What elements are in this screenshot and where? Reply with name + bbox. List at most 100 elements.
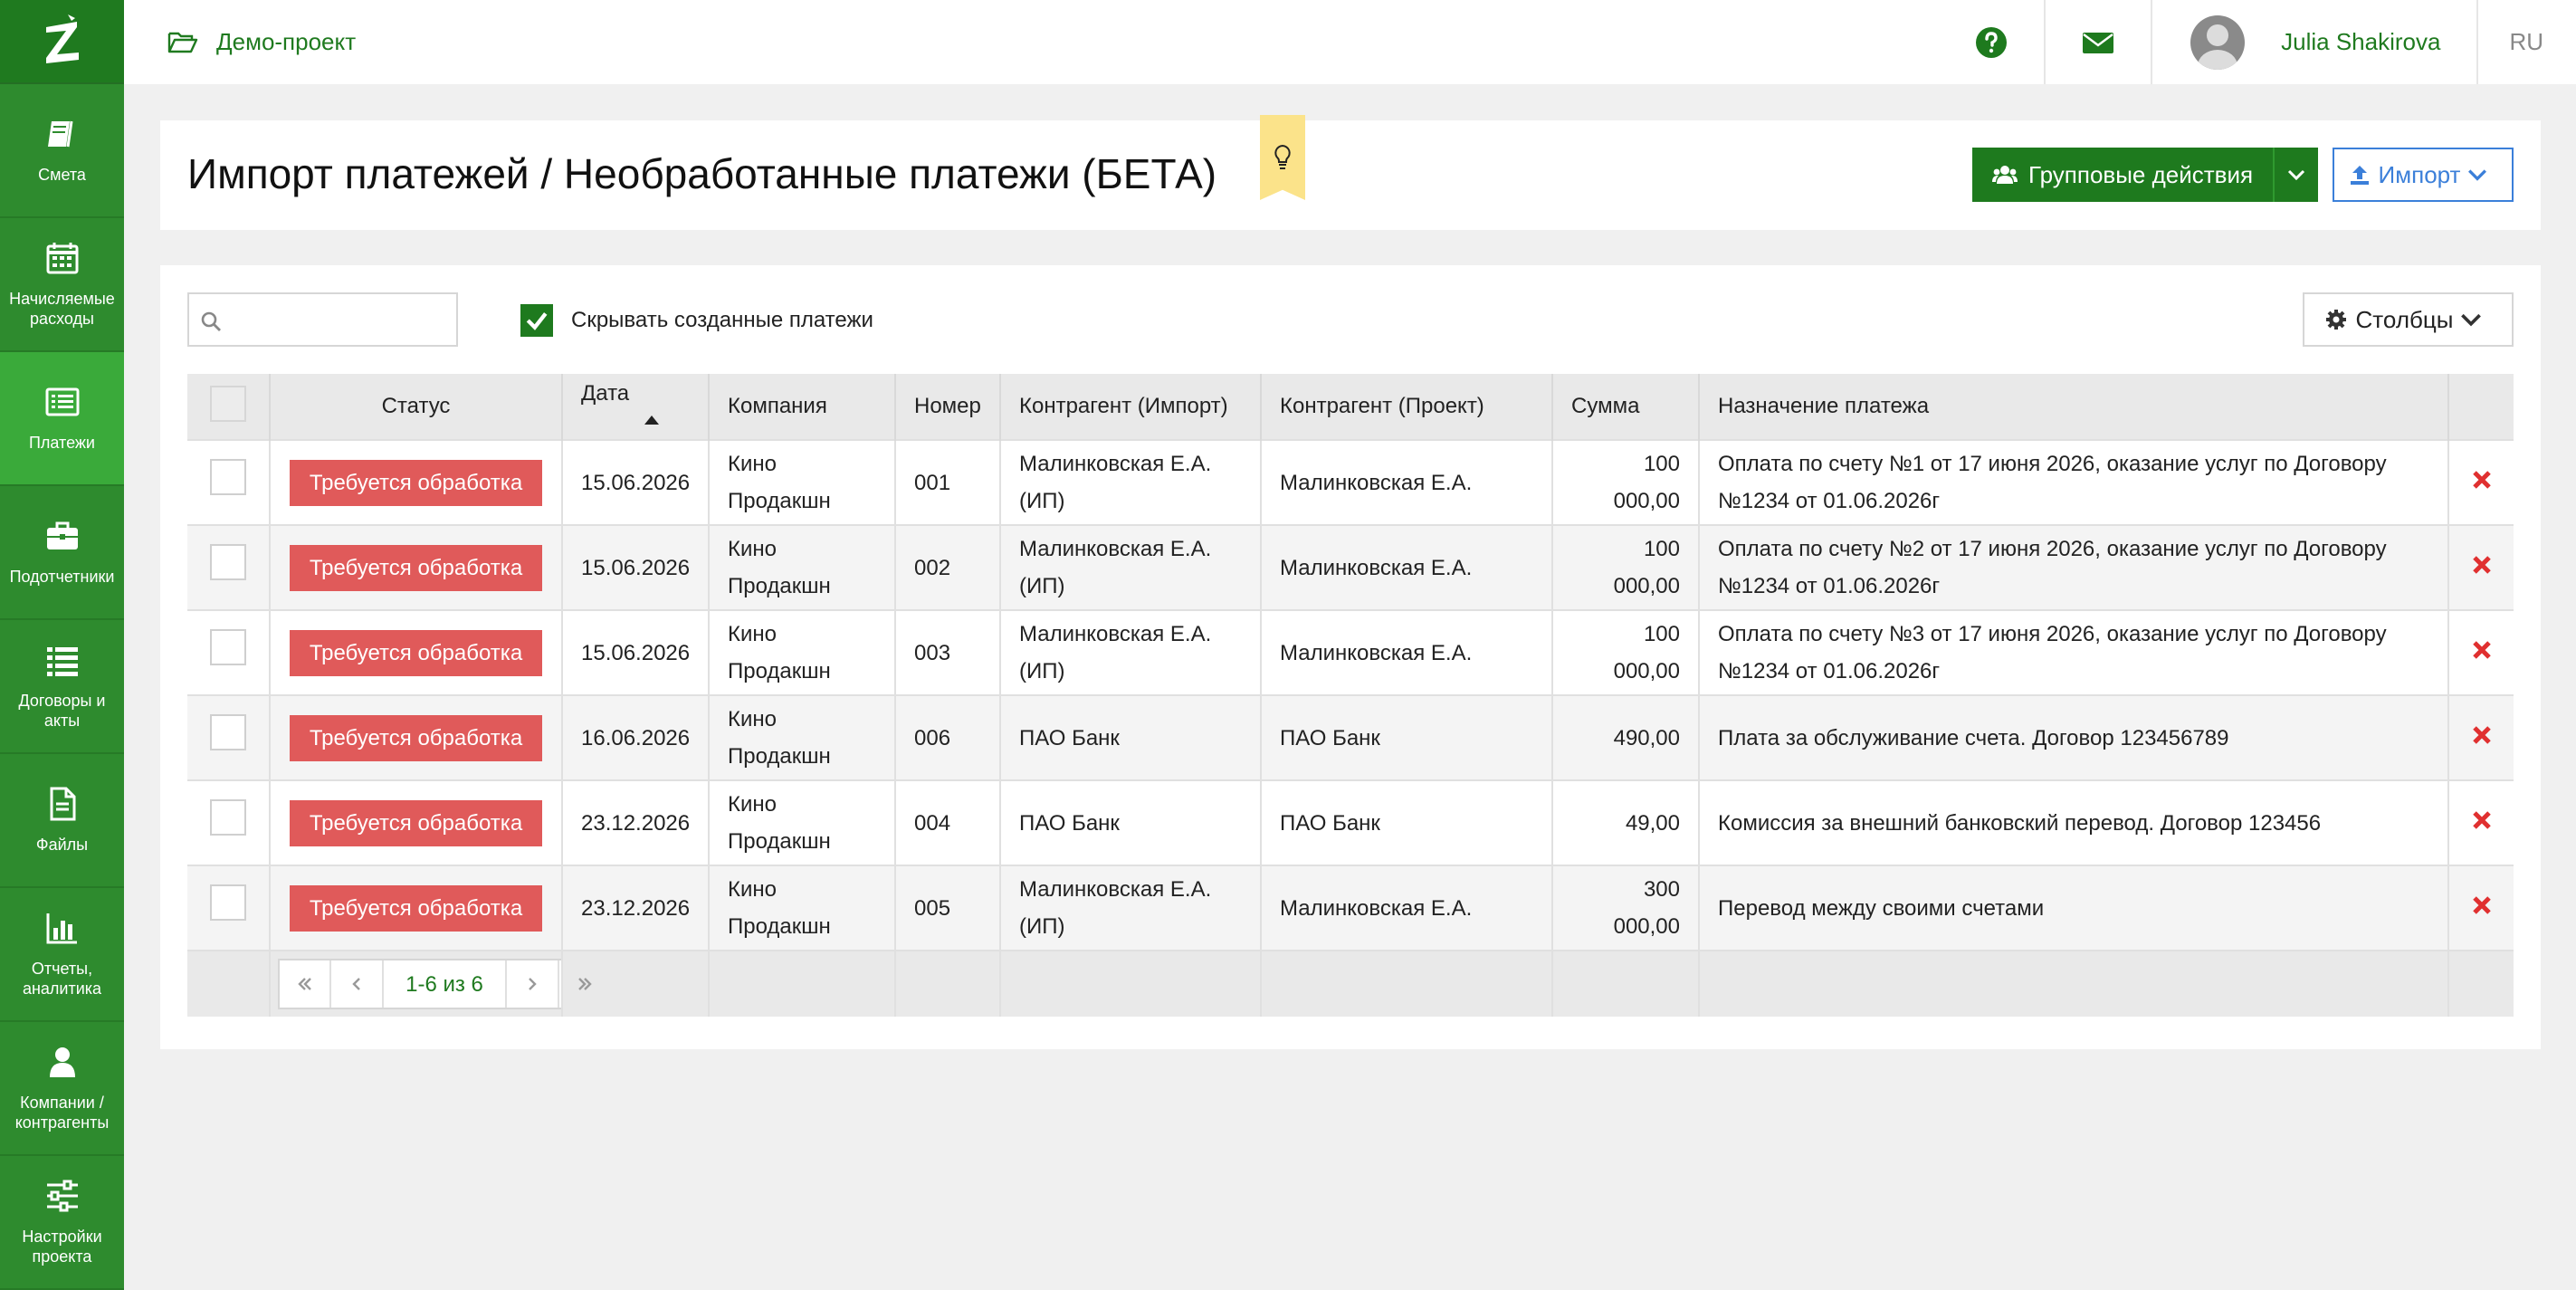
status-cell: Требуется обработка	[270, 779, 563, 865]
status-cell: Требуется обработка	[270, 609, 563, 695]
col-amount[interactable]: Сумма	[1552, 374, 1700, 440]
col-counterparty-import[interactable]: Контрагент (Импорт)	[1000, 374, 1262, 440]
delete-row-button[interactable]	[2448, 694, 2514, 780]
sidebar-item-1[interactable]: Начисляемые расходы	[0, 218, 124, 352]
lightbulb-icon	[1274, 144, 1291, 169]
col-number[interactable]: Номер	[895, 374, 1001, 440]
language-switcher[interactable]: RU	[2476, 0, 2576, 84]
project-selector[interactable]: Демо-проект	[167, 28, 356, 56]
delete-row-button[interactable]	[2448, 439, 2514, 525]
delete-row-button[interactable]	[2448, 524, 2514, 610]
folder-open-icon	[167, 32, 198, 53]
row-select-cell	[187, 779, 271, 865]
first-page-button[interactable]	[280, 960, 332, 1008]
double-chevron-right-icon	[578, 978, 592, 990]
sidebar-item-label: Платежи	[28, 434, 95, 452]
user-name: Julia Shakirova	[2281, 28, 2441, 55]
row-checkbox[interactable]	[210, 628, 246, 665]
col-actions	[2448, 374, 2514, 440]
delete-row-button[interactable]	[2448, 779, 2514, 865]
close-icon	[2472, 555, 2491, 574]
sidebar-item-0[interactable]: Смета	[0, 84, 124, 218]
hint-tag[interactable]	[1260, 115, 1305, 200]
row-checkbox[interactable]	[210, 458, 246, 495]
table-row[interactable]: Требуется обработка 16.06.2026 Кино Продак…	[187, 694, 2514, 780]
table-header: Статус Дата Компания Номер Контрагент (И…	[187, 374, 2514, 440]
table-row[interactable]: Требуется обработка 15.06.2026 Кино Продак…	[187, 439, 2514, 525]
footer-cell	[709, 950, 896, 1017]
counterparty-project-cell: Малинковская Е.А.	[1261, 439, 1553, 525]
hide-created-checkbox[interactable]	[520, 304, 553, 337]
col-date[interactable]: Дата	[562, 374, 710, 440]
calendar-icon	[46, 243, 78, 274]
sidebar-item-8[interactable]: Настройки проекта	[0, 1156, 124, 1290]
prev-page-button[interactable]	[331, 960, 384, 1008]
col-company[interactable]: Компания	[709, 374, 896, 440]
footer-cell	[1000, 950, 1262, 1017]
group-actions-dropdown[interactable]	[2273, 148, 2319, 202]
sort-asc-icon	[644, 415, 659, 425]
select-all-cell	[187, 374, 271, 440]
row-checkbox[interactable]	[210, 713, 246, 750]
import-button[interactable]: Импорт	[2333, 148, 2514, 202]
row-select-cell	[187, 439, 271, 525]
last-page-button[interactable]	[559, 960, 611, 1008]
purpose-cell: Комиссия за внешний банковский перевод. …	[1699, 779, 2449, 865]
page-info: 1-6 из 6	[384, 960, 508, 1008]
table-row[interactable]: Требуется обработка 15.06.2026 Кино Продак…	[187, 524, 2514, 610]
sidebar: Смета Начисляемые расходы Платежи Подотчетн…	[0, 0, 124, 1290]
delete-row-button[interactable]	[2448, 865, 2514, 951]
col-purpose[interactable]: Назначение платежа	[1699, 374, 2449, 440]
hide-created-label: Скрывать созданные платежи	[571, 308, 873, 332]
number-cell: 002	[895, 524, 1001, 610]
counterparty-import-cell: Малинковская Е.А. (ИП)	[1000, 524, 1262, 610]
col-counterparty-project[interactable]: Контрагент (Проект)	[1261, 374, 1553, 440]
avatar	[2190, 14, 2246, 70]
sidebar-item-5[interactable]: Файлы	[0, 754, 124, 888]
amount-cell: 100 000,00	[1552, 439, 1700, 525]
sidebar-item-4[interactable]: Договоры и акты	[0, 620, 124, 754]
row-select-cell	[187, 524, 271, 610]
table-row[interactable]: Требуется обработка 23.12.2026 Кино Продак…	[187, 779, 2514, 865]
counterparty-import-cell: ПАО Банк	[1000, 694, 1262, 780]
counterparty-import-cell: Малинковская Е.А. (ИП)	[1000, 609, 1262, 695]
search-input[interactable]	[229, 294, 455, 345]
table-row[interactable]: Требуется обработка 23.12.2026 Кино Продак…	[187, 865, 2514, 951]
counterparty-import-cell: Малинковская Е.А. (ИП)	[1000, 865, 1262, 951]
user-menu[interactable]: Julia Shakirova	[2151, 0, 2476, 84]
row-checkbox[interactable]	[210, 543, 246, 580]
sidebar-item-3[interactable]: Подотчетники	[0, 486, 124, 620]
footer-cell	[1699, 950, 2449, 1017]
number-cell: 003	[895, 609, 1001, 695]
next-page-button[interactable]	[507, 960, 559, 1008]
sidebar-item-2[interactable]: Платежи	[0, 352, 124, 486]
select-all-checkbox[interactable]	[210, 385, 246, 422]
close-icon	[2472, 810, 2491, 829]
double-chevron-left-icon	[297, 978, 311, 990]
row-checkbox[interactable]	[210, 798, 246, 836]
status-badge: Требуется обработка	[289, 544, 543, 591]
messages-button[interactable]	[2044, 0, 2151, 84]
row-checkbox[interactable]	[210, 884, 246, 921]
status-cell: Требуется обработка	[270, 439, 563, 525]
gear-icon	[2325, 310, 2346, 330]
status-badge: Требуется обработка	[289, 459, 543, 506]
status-badge: Требуется обработка	[289, 884, 543, 932]
status-cell: Требуется обработка	[270, 524, 563, 610]
help-button[interactable]	[1939, 0, 2044, 84]
sidebar-item-7[interactable]: Компании / контрагенты	[0, 1022, 124, 1156]
envelope-icon	[2083, 32, 2114, 53]
amount-cell: 49,00	[1552, 779, 1700, 865]
col-date-label: Дата	[581, 381, 630, 406]
footer-cell	[1261, 950, 1553, 1017]
status-badge: Требуется обработка	[289, 629, 543, 676]
date-cell: 16.06.2026	[562, 694, 710, 780]
app-logo[interactable]	[0, 0, 124, 84]
sidebar-item-6[interactable]: Отчеты, аналитика	[0, 888, 124, 1022]
group-actions-button[interactable]: Групповые действия	[1972, 148, 2274, 202]
hide-created-toggle[interactable]: Скрывать созданные платежи	[520, 304, 873, 337]
delete-row-button[interactable]	[2448, 609, 2514, 695]
table-row[interactable]: Требуется обработка 15.06.2026 Кино Продак…	[187, 609, 2514, 695]
col-status[interactable]: Статус	[270, 374, 563, 440]
columns-button[interactable]: Столбцы	[2303, 292, 2514, 347]
